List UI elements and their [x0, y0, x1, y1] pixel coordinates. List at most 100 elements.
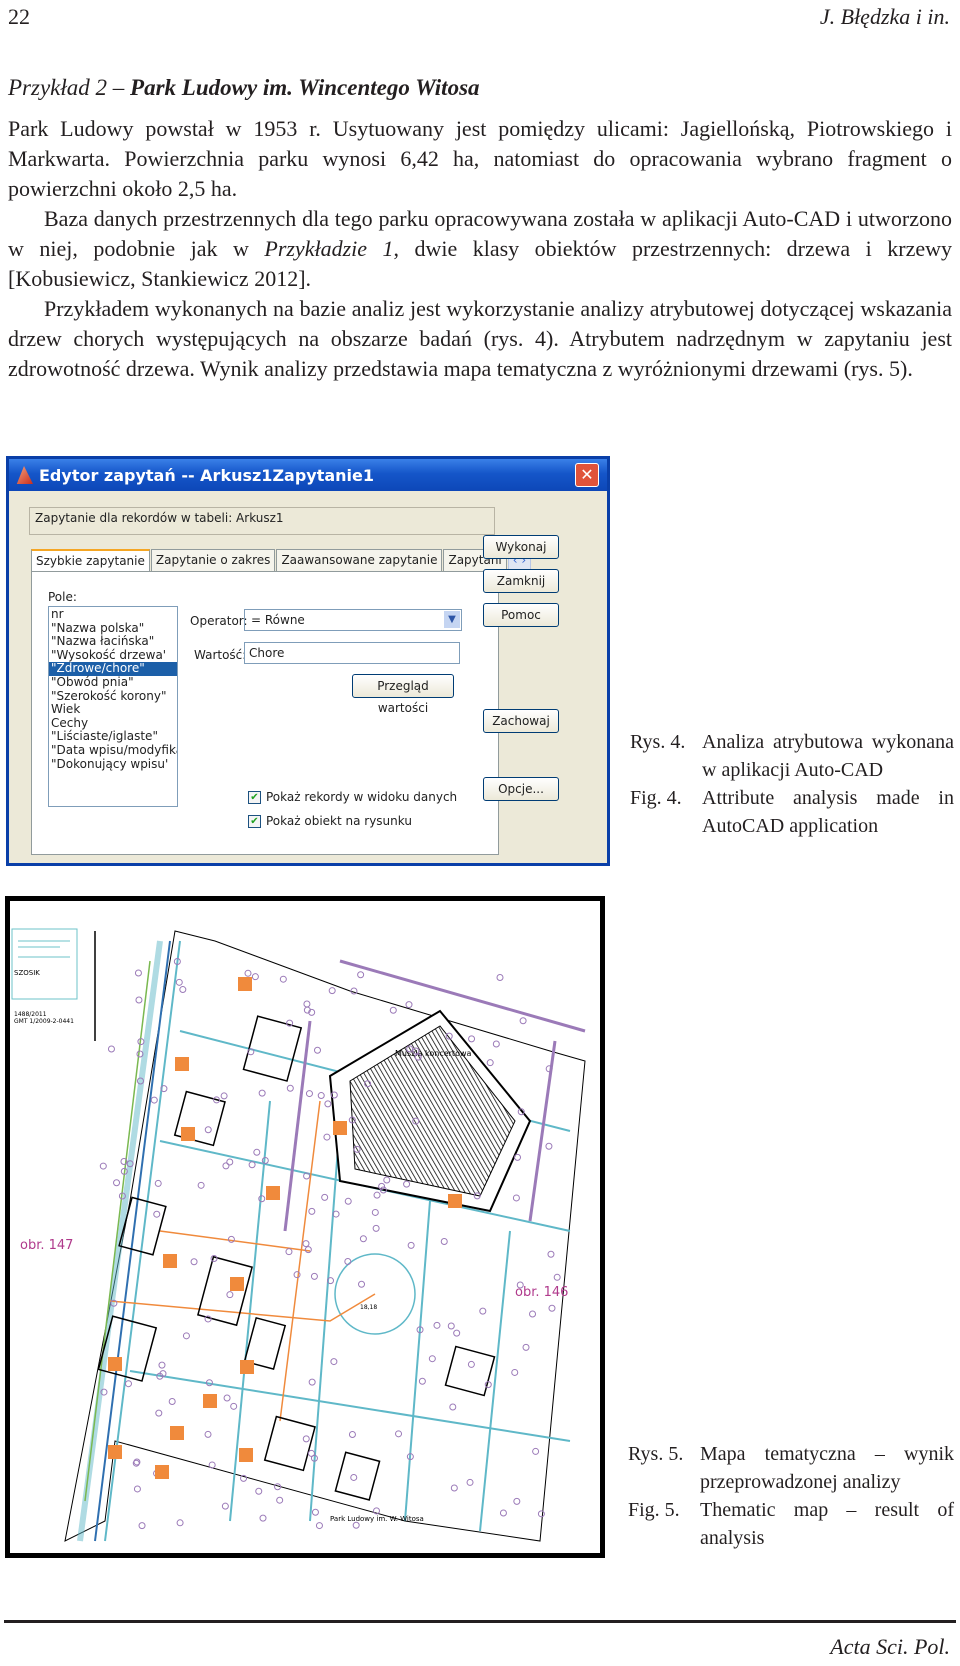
field-listbox[interactable]: nr "Nazwa polska" "Nazwa łacińska" "Wyso… [48, 606, 178, 807]
field-label: Pole: [48, 590, 77, 604]
tree-symbol [519, 1017, 527, 1025]
checkbox-checked-icon[interactable]: ✔ [248, 814, 261, 828]
tree-symbol [328, 987, 336, 995]
caption-label: Rys. 5. [628, 1443, 684, 1465]
tree-symbol [253, 1148, 261, 1156]
dialog-titlebar[interactable]: Edytor zapytań -- Arkusz1Zapytanie1 ✕ [9, 459, 607, 491]
tree-symbol [553, 1273, 561, 1281]
caption-label: Fig. 5. [628, 1499, 680, 1521]
tree-symbol [258, 1089, 266, 1097]
field-item[interactable]: "Liściaste/iglaste" [49, 730, 177, 744]
tree-symbol [467, 1360, 475, 1368]
tree-symbol [350, 1473, 358, 1481]
quick-query-panel: Pole: nr "Nazwa polska" "Nazwa łacińska"… [31, 571, 499, 855]
operator-label: Operator: [190, 614, 248, 628]
fountain-label: 18,18 [360, 1304, 377, 1311]
show-object-checkbox-row[interactable]: ✔ Pokaż obiekt na rysunku [248, 814, 412, 828]
tree-symbol [407, 1241, 415, 1249]
tab-quick-query[interactable]: Szybkie zapytanie [31, 549, 150, 573]
tree-symbol [276, 1496, 284, 1504]
field-item[interactable]: Cechy [49, 716, 177, 731]
tree-symbol [433, 1321, 441, 1329]
diseased-tree-marker [448, 1194, 462, 1208]
shell-label: Muszla koncertowa [395, 1049, 472, 1058]
tree-symbol [395, 1430, 403, 1438]
dialog-title: Edytor zapytań -- Arkusz1Zapytanie1 [39, 465, 375, 485]
tree-symbol [197, 1181, 205, 1189]
show-records-label: Pokaż rekordy w widoku danych [266, 790, 458, 804]
parcel-label-146: obr. 146 [515, 1285, 568, 1300]
body-text: Park Ludowy powstał w 1953 r. Usytuowany… [8, 114, 952, 384]
diseased-tree-marker [163, 1254, 177, 1268]
tree-symbol [479, 1307, 487, 1315]
paragraph-3: Przykładem wykonanych na bazie analiz je… [8, 296, 952, 381]
field-item-selected[interactable]: "Zdrowe/chore" [49, 662, 177, 676]
field-item[interactable]: Wiek [49, 703, 177, 717]
footer-rule [4, 1620, 956, 1623]
tree-symbol [279, 975, 287, 983]
tree-symbol [124, 1380, 132, 1388]
show-records-checkbox-row[interactable]: ✔ Pokaż rekordy w widoku danych [248, 790, 457, 804]
tree-symbol [350, 987, 358, 995]
tree-symbol [305, 1090, 313, 1098]
tree-symbol [537, 1510, 545, 1518]
tree-symbol [323, 1133, 331, 1141]
show-object-label: Pokaż obiekt na rysunku [266, 814, 412, 828]
close-button[interactable]: Zamknij [483, 569, 559, 593]
browse-values-button[interactable]: Przegląd wartości [352, 674, 454, 715]
caption-text-pl: Mapa tematyczna – wynik przeprowadzonej … [700, 1443, 954, 1493]
execute-button[interactable]: Wykonaj [483, 535, 559, 559]
tree-symbol [286, 1084, 294, 1092]
tree-symbol [371, 1208, 379, 1216]
help-button[interactable]: Pomoc [483, 603, 559, 627]
tree-symbol [175, 978, 183, 986]
page-number: 22 [8, 4, 30, 29]
tree-symbol [153, 1210, 161, 1218]
field-item[interactable]: "Obwód pnia" [49, 675, 177, 690]
tree-symbol [529, 1310, 537, 1318]
close-icon[interactable]: ✕ [575, 463, 599, 487]
tree-symbol [310, 1272, 318, 1280]
tree-symbol [107, 1045, 115, 1053]
concert-shell: Muszla koncertowa [328, 1009, 532, 1213]
tree-symbol [466, 1478, 474, 1486]
tree-symbol [182, 1332, 190, 1340]
figure-4-caption: Rys. 4. Analiza atrybutowa wykonana w apl… [630, 728, 954, 840]
tab-range-query[interactable]: Zapytanie o zakres [150, 549, 276, 573]
tree-symbol [113, 1179, 121, 1187]
diseased-tree-marker [170, 1426, 184, 1440]
diseased-tree-marker [175, 1057, 189, 1071]
tab-advanced-query[interactable]: Zaawansowane zapytanie [276, 549, 443, 573]
tree-symbol [248, 1161, 256, 1169]
field-item[interactable]: nr [49, 607, 177, 622]
tree-symbol [344, 1197, 352, 1205]
tree-symbol [532, 1447, 540, 1455]
tree-symbol [453, 1329, 461, 1337]
tree-symbol [150, 1096, 158, 1104]
field-item[interactable]: "Nazwa polska" [49, 621, 177, 636]
field-item[interactable]: "Data wpisu/modyfikacji [49, 743, 177, 758]
section-prefix: Przykład 2 – [8, 75, 131, 100]
tree-symbol [344, 1257, 352, 1265]
parcel-label-147: obr. 147 [20, 1238, 73, 1253]
tree-symbol [311, 1508, 319, 1516]
options-button[interactable]: Opcje... [483, 777, 559, 801]
field-item[interactable]: "Dokonujący wpisu' [49, 757, 177, 772]
checkbox-checked-icon[interactable]: ✔ [248, 790, 261, 804]
tree-symbol [348, 1431, 356, 1439]
save-button[interactable]: Zachowaj [483, 709, 559, 733]
tree-symbol [330, 1358, 338, 1366]
diseased-tree-marker [108, 1357, 122, 1371]
chevron-down-icon[interactable]: ▼ [444, 611, 460, 628]
field-item[interactable]: "Wysokość drzewa' [49, 648, 177, 663]
field-item[interactable]: "Nazwa łacińska" [49, 635, 177, 649]
tree-symbol [154, 1179, 162, 1187]
field-item[interactable]: "Szerokość korony" [49, 689, 177, 704]
tree-symbol [313, 1046, 321, 1054]
section-heading: Park Ludowy im. Wincentego Witosa [130, 75, 480, 100]
legend-text: GMT 1/2009-2-0441 [14, 1018, 74, 1025]
value-input[interactable]: Chore [244, 642, 460, 664]
caption-label: Rys. 4. [630, 731, 686, 753]
tree-symbol [99, 1162, 107, 1170]
operator-select[interactable]: = Równe ▼ [244, 609, 462, 631]
